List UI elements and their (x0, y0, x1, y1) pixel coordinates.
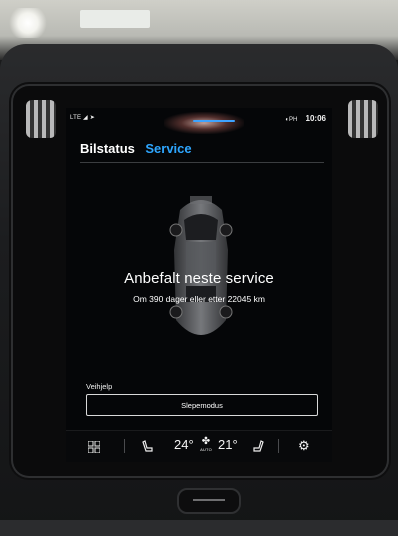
phone-label: PH (288, 117, 298, 123)
background-window (80, 10, 150, 28)
rear-right-wheel (219, 305, 233, 319)
fan-mode-label: AUTO (200, 447, 212, 452)
status-bar: LTE ◢ ➤ ◐PH 10:06 (66, 108, 332, 134)
car-top-view-illustration (169, 196, 233, 335)
status-left: LTE ◢ ➤ (70, 114, 95, 121)
screen-glare (164, 112, 244, 134)
tab-bar: Bilstatus Service (80, 140, 198, 158)
car-engine-bay (190, 196, 212, 204)
apps-grid-svg (87, 440, 101, 454)
climate-divider (124, 439, 125, 453)
tow-mode-button[interactable]: Slepemodus (86, 394, 318, 416)
temperature-left[interactable]: 24° (174, 437, 194, 452)
home-button-line (193, 499, 225, 501)
top-pull-down-handle[interactable] (193, 120, 235, 122)
left-air-vent (26, 100, 56, 138)
service-title: Anbefalt neste service (124, 270, 274, 287)
heated-seat-left-icon[interactable] (142, 440, 154, 458)
network-label: LTE (70, 115, 82, 121)
home-button[interactable] (177, 488, 241, 514)
car-windshield (184, 214, 218, 240)
signal-icon: ◢ (83, 115, 88, 121)
seat-svg (142, 440, 153, 452)
clock: 10:06 (305, 114, 326, 123)
center-display: LTE ◢ ➤ ◐PH 10:06 Bilstatus Service Anbe… (66, 108, 332, 462)
tab-service[interactable]: Service (145, 141, 191, 156)
climate-divider (278, 439, 279, 453)
seat-svg (253, 440, 264, 452)
fan-icon: ✤ (201, 436, 211, 447)
roadside-assistance-label: Veihjelp (86, 382, 113, 391)
tab-bilstatus[interactable]: Bilstatus (80, 141, 135, 156)
climate-bar: 24° ✤ AUTO 21° ⚙ (66, 430, 332, 462)
fan-control[interactable]: ✤ AUTO (198, 436, 214, 453)
service-subtitle: Om 390 dager eller etter 22045 km (133, 294, 265, 304)
gear-icon[interactable]: ⚙ (298, 438, 310, 454)
temperature-right[interactable]: 21° (218, 437, 238, 452)
dashboard-shelf (0, 520, 398, 536)
phone-status-icon: ◐PH (285, 117, 298, 123)
tab-divider (80, 162, 324, 163)
background-light (8, 8, 48, 38)
status-right: ◐PH 10:06 (285, 114, 326, 123)
location-arrow-icon: ➤ (89, 115, 95, 121)
front-left-wheel (169, 223, 183, 237)
heated-seat-right-icon[interactable] (252, 440, 264, 458)
front-right-wheel (219, 223, 233, 237)
apps-grid-icon[interactable] (87, 440, 101, 458)
rear-left-wheel (169, 305, 183, 319)
right-air-vent (348, 100, 378, 138)
